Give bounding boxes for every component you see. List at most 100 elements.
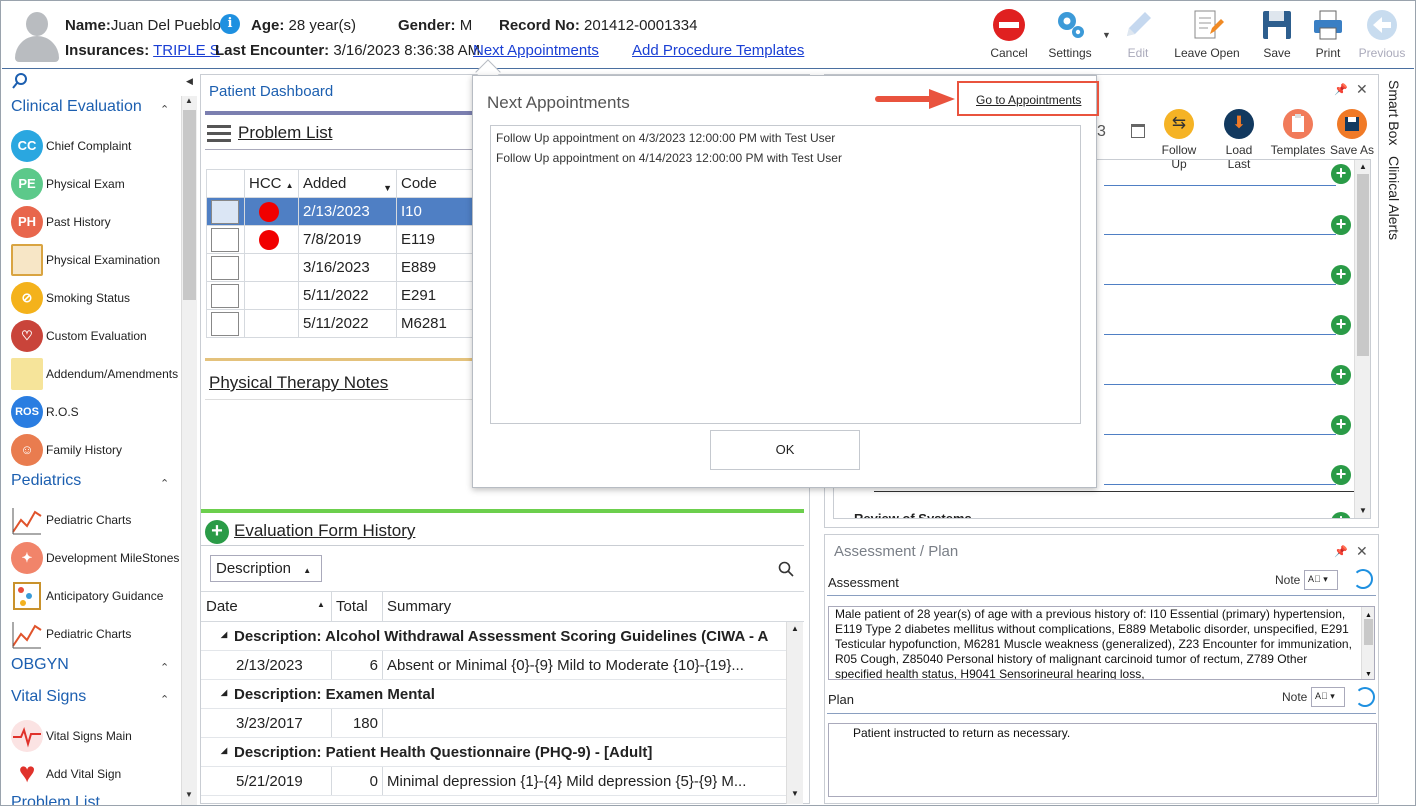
scroll-up-icon[interactable]: ▲ [791,624,799,633]
row-checkbox[interactable] [211,255,239,280]
table-row[interactable]: 3/16/2023 E889 [206,253,474,282]
chevron-up-icon[interactable]: ⌃ [160,477,169,490]
row-select[interactable] [206,197,245,226]
pin-icon[interactable]: 📌 [1334,545,1348,558]
chevron-up-icon[interactable]: ⌃ [160,693,169,706]
list-item[interactable]: Follow Up appointment on 4/3/2023 12:00:… [496,131,835,145]
collapse-nav-icon[interactable]: ◀ [186,76,193,87]
row-checkbox[interactable] [211,283,239,308]
table-row[interactable]: 7/8/2019 E119 [206,225,474,254]
nav-item-pediatric-charts[interactable]: Pediatric Charts [11,503,183,537]
table-row[interactable]: 2/13/2023 6 Absent or Minimal {0}-{9} Mild… [201,651,786,680]
refresh-icon[interactable] [1353,569,1373,589]
collapse-group-icon[interactable]: ◢ [221,688,227,697]
nav-item-anticipatory-guidance[interactable]: Anticipatory Guidance [11,579,183,613]
close-icon[interactable]: ✕ [1356,81,1368,98]
table-row[interactable]: 3/23/2017 180 [201,709,786,738]
table-row[interactable]: 5/11/2022 M6281 [206,309,474,338]
scroll-up-icon[interactable]: ▲ [185,96,193,105]
scroll-thumb[interactable] [1364,619,1373,645]
nav-item-pediatric-charts-2[interactable]: Pediatric Charts [11,617,183,651]
leave-open-button[interactable]: Leave Open [1172,8,1242,66]
pin-icon[interactable]: 📌 [1334,83,1348,96]
scroll-down-icon[interactable]: ▼ [1359,506,1367,515]
row-checkbox[interactable] [211,199,239,224]
chevron-up-icon[interactable]: ⌃ [160,661,169,674]
row-select[interactable] [206,281,245,310]
add-icon[interactable]: + [1331,465,1351,485]
note-template-dropdown[interactable]: A⃞ ▾ [1304,570,1338,590]
close-icon[interactable]: ✕ [1356,543,1368,560]
add-icon[interactable]: + [1331,215,1351,235]
date-header[interactable]: Date [206,598,238,615]
table-row[interactable]: 2/13/2023 I10 [206,197,474,226]
physical-therapy-notes-title[interactable]: Physical Therapy Notes [209,373,388,393]
row-select[interactable] [206,225,245,254]
nav-item-family-history[interactable]: ☺ Family History [11,433,183,467]
group-by-chip[interactable]: Description ▲ [210,555,322,582]
add-icon[interactable]: + [1331,365,1351,385]
collapse-group-icon[interactable]: ◢ [221,630,227,639]
edit-button[interactable]: Edit [1115,8,1161,66]
scroll-down-icon[interactable]: ▼ [1365,667,1372,679]
go-to-appointments-link[interactable]: Go to Appointments [976,93,1081,107]
scroll-thumb[interactable] [1357,174,1369,356]
filter-dropdown-icon[interactable]: ▼ [383,183,392,193]
row-checkbox[interactable] [211,311,239,336]
insurance-link[interactable]: TRIPLE S [153,42,220,59]
column-code[interactable]: Code [396,169,474,198]
table-row[interactable]: 5/11/2022 E291 [206,281,474,310]
settings-dropdown-icon[interactable]: ▼ [1102,30,1111,40]
form-scrollbar[interactable]: ▲ ▼ [1354,160,1370,518]
nav-item-development-milestones[interactable]: ✦ Development MileStones [11,541,183,575]
nav-item-ros[interactable]: ROS R.O.S [11,395,183,429]
section-clinical-evaluation[interactable]: Clinical Evaluation [11,98,142,116]
group-row[interactable]: ◢ Description: Alcohol Withdrawal Assessm… [201,622,786,651]
nav-item-physical-exam[interactable]: PE Physical Exam [11,167,183,201]
save-button[interactable]: Save [1256,8,1298,66]
chevron-up-icon[interactable]: ⌃ [160,103,169,116]
smart-box-tab[interactable]: Smart Box [1386,80,1402,145]
nav-item-vital-signs-main[interactable]: Vital Signs Main [11,719,183,753]
group-row[interactable]: ◢ Description: Patient Health Questionnai… [201,738,786,767]
nav-item-smoking-status[interactable]: ⊘ Smoking Status [11,281,183,315]
plan-textarea[interactable]: Patient instructed to return as necessar… [828,723,1377,797]
total-header[interactable]: Total [336,598,368,615]
group-row[interactable]: ◢ Description: Examen Mental [201,680,786,709]
column-select[interactable] [206,169,245,198]
nav-item-custom-evaluation[interactable]: ♡ Custom Evaluation [11,319,183,353]
assessment-textarea[interactable]: Male patient of 28 year(s) of age with a… [828,606,1375,680]
scroll-down-icon[interactable]: ▼ [185,790,193,799]
nav-scrollbar[interactable]: ▲ ▼ [181,96,197,805]
column-added[interactable]: Added ▼ [298,169,397,198]
row-select[interactable] [206,253,245,282]
section-pediatrics[interactable]: Pediatrics [11,472,81,490]
table-row[interactable]: 5/21/2019 0 Minimal depression {1}-{4} Mil… [201,767,786,796]
cancel-button[interactable]: Cancel [984,8,1034,66]
add-icon[interactable]: + [1331,415,1351,435]
summary-header[interactable]: Summary [387,598,451,615]
section-problem-list[interactable]: Problem List [11,794,100,805]
settings-button[interactable]: Settings [1042,8,1098,66]
add-icon[interactable]: + [1331,315,1351,335]
nav-item-addendum[interactable]: Addendum/Amendments [11,357,183,391]
nav-item-chief-complaint[interactable]: CC Chief Complaint [11,129,183,163]
section-obgyn[interactable]: OBGYN [11,656,69,674]
scroll-thumb[interactable] [183,110,196,300]
row-select[interactable] [206,309,245,338]
search-icon[interactable] [778,561,794,577]
ok-button[interactable]: OK [710,430,860,470]
calendar-icon[interactable] [1131,124,1145,138]
evaluation-history-title[interactable]: Evaluation Form History [234,521,415,541]
add-icon[interactable]: + [1331,164,1351,184]
list-item[interactable]: Follow Up appointment on 4/14/2023 12:00… [496,151,842,165]
nav-item-add-vital-sign[interactable]: ♥ Add Vital Sign [11,757,183,791]
section-vital-signs[interactable]: Vital Signs [11,688,86,706]
assessment-scrollbar[interactable]: ▲ ▼ [1361,607,1374,679]
evaluation-scrollbar[interactable]: ▲ ▼ [786,622,803,804]
scroll-up-icon[interactable]: ▲ [1359,162,1367,171]
clinical-alerts-tab[interactable]: Clinical Alerts [1386,156,1402,240]
column-hcc[interactable]: HCC ▲ [244,169,299,198]
collapse-group-icon[interactable]: ◢ [221,746,227,755]
add-icon[interactable]: + [1331,265,1351,285]
